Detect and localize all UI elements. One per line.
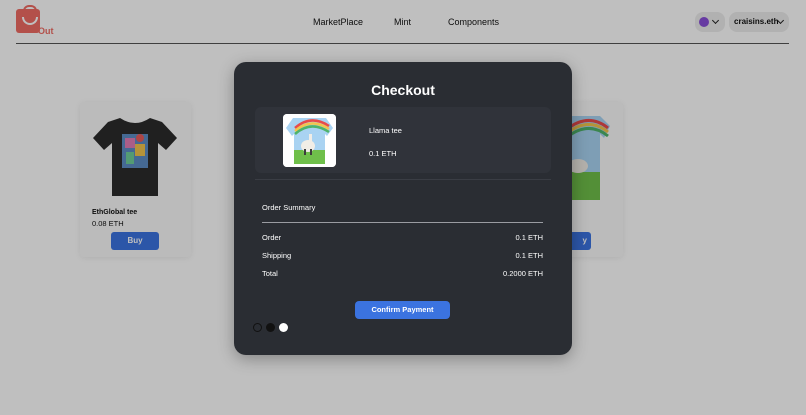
modal-title: Checkout [371, 82, 435, 98]
item-name: Llama tee [369, 126, 402, 135]
step-dot[interactable] [266, 323, 275, 332]
cart-item: Llama tee 0.1 ETH [255, 107, 551, 173]
item-price: 0.1 ETH [369, 149, 397, 158]
step-indicator [253, 323, 293, 333]
summary-row-order: Order 0.1 ETH [262, 233, 543, 245]
step-dot-active[interactable] [279, 323, 288, 332]
summary-row-shipping: Shipping 0.1 ETH [262, 251, 543, 263]
confirm-payment-button[interactable]: Confirm Payment [355, 301, 450, 319]
summary-label: Order [262, 233, 282, 242]
summary-value: 0.2000 ETH [502, 269, 543, 278]
order-summary-heading: Order Summary [262, 203, 316, 212]
summary-label: Shipping [262, 251, 292, 260]
llama-tee-image [283, 114, 336, 167]
divider [262, 222, 543, 223]
summary-value: 0.1 ETH [515, 233, 543, 242]
checkout-modal: Checkout Llama tee 0.1 ETH Order Summary… [234, 62, 572, 355]
summary-label: Total [262, 269, 278, 278]
summary-value: 0.1 ETH [515, 251, 543, 260]
step-dot[interactable] [253, 323, 262, 332]
item-thumbnail [283, 114, 336, 167]
summary-row-total: Total 0.2000 ETH [262, 269, 543, 281]
divider [255, 179, 551, 180]
